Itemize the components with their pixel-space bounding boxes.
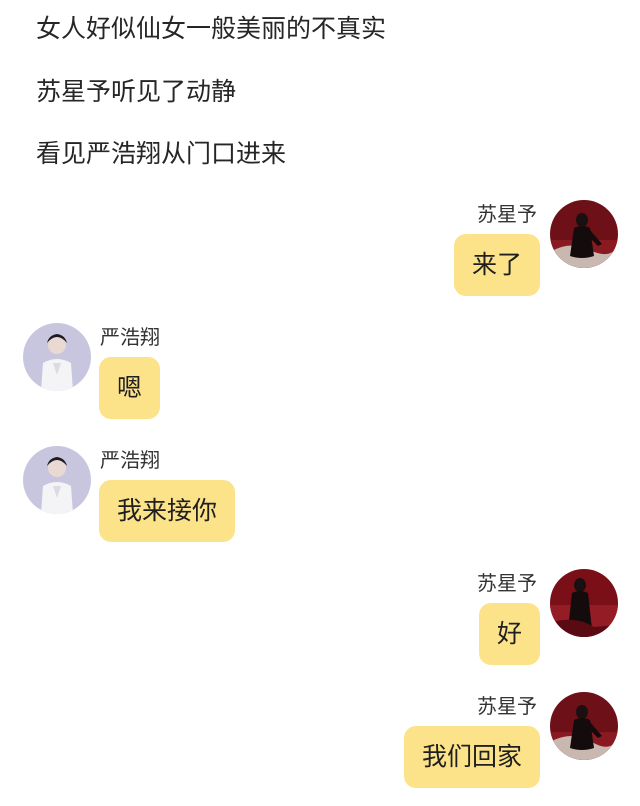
sender-name: 严浩翔 <box>100 448 160 472</box>
sender-name: 严浩翔 <box>100 325 160 349</box>
woman-red-dress-avatar-icon[interactable] <box>550 569 618 637</box>
message-bubble[interactable]: 我来接你 <box>99 480 236 542</box>
message-bubble[interactable]: 嗯 <box>99 357 161 419</box>
narration-line: 女人好似仙女一般美丽的不真实 <box>36 14 387 43</box>
message-bubble[interactable]: 好 <box>478 603 540 665</box>
woman-red-dress-avatar-icon[interactable] <box>550 692 618 760</box>
chat-message: 严浩翔 我来接你 <box>0 446 640 546</box>
sender-name: 苏星予 <box>477 571 537 595</box>
chat-message: 苏星予 我们回家 <box>0 692 640 792</box>
message-bubble[interactable]: 我们回家 <box>403 726 540 788</box>
man-white-suit-avatar-icon[interactable] <box>23 323 91 391</box>
woman-red-dress-avatar-icon[interactable] <box>550 200 618 268</box>
man-white-suit-avatar-icon[interactable] <box>23 446 91 514</box>
sender-name: 苏星予 <box>477 202 537 226</box>
chat-message: 苏星予 来了 <box>0 200 640 300</box>
chat-message: 严浩翔 嗯 <box>0 323 640 423</box>
narration-line: 苏星予听见了动静 <box>36 77 237 106</box>
chat-message: 苏星予 好 <box>0 569 640 669</box>
narration-line: 看见严浩翔从门口进来 <box>36 139 287 168</box>
sender-name: 苏星予 <box>477 694 537 718</box>
message-bubble[interactable]: 来了 <box>453 234 540 296</box>
